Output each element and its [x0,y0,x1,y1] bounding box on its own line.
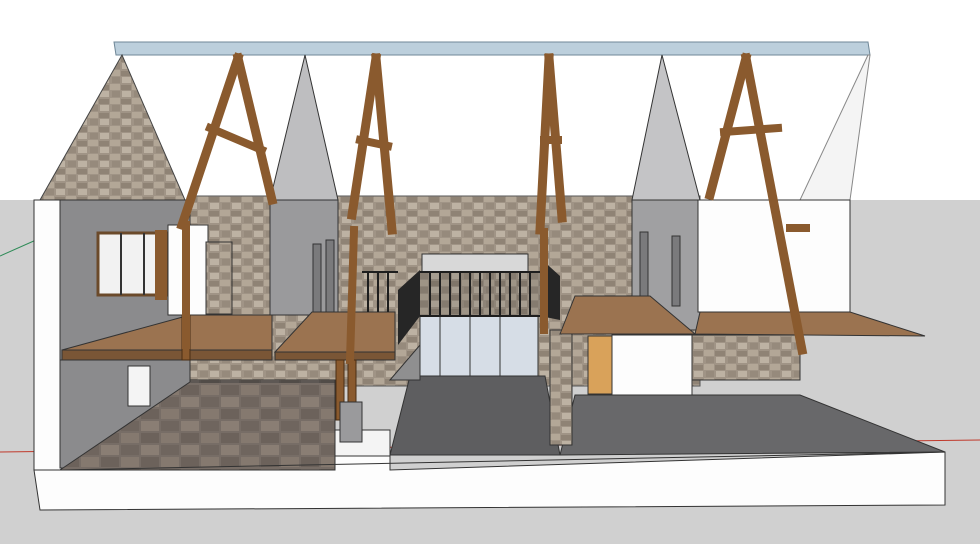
left-lower-window [127,365,151,407]
model-viewport[interactable] [0,0,980,544]
barn-section-model [0,0,980,544]
mid-mezzanine-edge [274,351,396,361]
stair-base-block [339,401,363,443]
left-doorway [205,241,233,315]
right-lower-stone [689,334,801,381]
central-glazing-upper [421,253,529,273]
central-stone-pier [549,329,573,446]
mid-left-door-a [312,243,322,315]
right-wooden-door [587,335,613,395]
roof-ridge-beam [113,41,871,56]
central-dark-floor [389,375,561,456]
central-glazing-lower [419,315,539,377]
mid-right-door-b [671,235,681,307]
left-window-lintel [155,230,167,300]
left-mezzanine-edge [61,349,273,361]
mid-left-door-b [325,239,335,313]
right-lower-white [611,334,693,396]
mid-right-door-a [639,231,649,305]
